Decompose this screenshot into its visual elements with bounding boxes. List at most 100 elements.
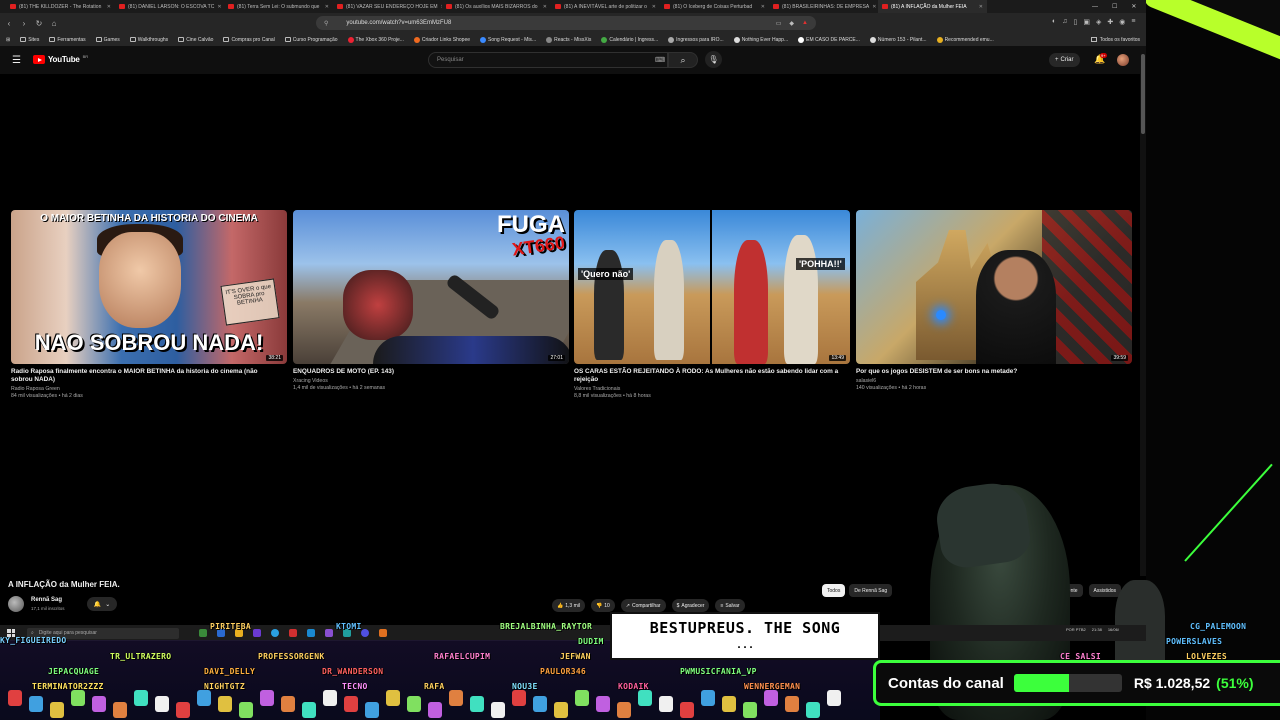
sidebar-icon[interactable]: ▯ (1073, 18, 1077, 26)
account-avatar[interactable] (1117, 54, 1129, 66)
bookmark-link[interactable]: Calendário | Ingress... (601, 36, 658, 43)
taskbar-app-icon[interactable] (199, 629, 207, 637)
close-icon[interactable]: ✕ (325, 4, 329, 10)
video-title[interactable]: Por que os jogos DESISTEM de ser bons na… (856, 368, 1132, 376)
video-card[interactable]: 39:59 Por que os jogos DESISTEM de ser b… (856, 210, 1132, 391)
bookmark-folder[interactable]: Games (95, 37, 120, 43)
subscribed-button[interactable]: 🔔 ⌄ (87, 597, 117, 611)
close-icon[interactable]: ✕ (761, 4, 765, 10)
bookmark-link[interactable]: Song Request - Mis... (480, 36, 536, 43)
bookmark-folder[interactable]: Ferramentas (49, 37, 86, 43)
close-icon[interactable]: ✕ (217, 4, 221, 10)
bookmark-folder[interactable]: Cine Calvão (178, 37, 213, 43)
profile-icon[interactable]: ◉ (1119, 18, 1125, 26)
bookmark-link[interactable]: EM CASO DE PARCE... (798, 36, 860, 43)
page-scrollbar[interactable] (1140, 46, 1146, 576)
taskbar-app-icon[interactable] (325, 629, 333, 637)
extension-icon[interactable]: ◈ (1096, 18, 1101, 26)
extension-icon[interactable]: ◐ (1052, 18, 1056, 26)
video-thumbnail[interactable]: FUGA XT660 27:01 (293, 210, 569, 364)
browser-tab-active[interactable]: (81) A INFLAÇÃO da Mulher FEIA ✕ (878, 0, 987, 13)
channel-name[interactable]: Rennã Sag (31, 597, 62, 603)
alert-icon[interactable]: ▲ (802, 20, 808, 27)
chip-all[interactable]: Todos (822, 584, 846, 597)
like-button[interactable]: 👍 1,3 mil (552, 599, 585, 612)
puzzle-icon[interactable]: ✚ (1107, 18, 1113, 26)
video-thumbnail[interactable]: IT'S OVER o que SOBRA pro BETINHA O MAIO… (11, 210, 287, 364)
close-icon[interactable]: ✕ (107, 4, 111, 10)
video-channel[interactable]: Valores Tradicionais (574, 386, 850, 392)
bookmark-folder[interactable]: Compras pro Canal (223, 37, 275, 43)
extension-icon[interactable]: ▣ (1083, 18, 1090, 26)
taskbar-app-icon[interactable] (379, 629, 387, 637)
taskbar-app-icon[interactable] (271, 629, 279, 637)
chip-watched[interactable]: Assistidos (1088, 584, 1122, 597)
maximize-icon[interactable]: ☐ (1112, 3, 1117, 10)
bookmark-link[interactable]: Recommended emu... (936, 36, 994, 43)
close-icon[interactable]: ✕ (543, 4, 547, 10)
video-title[interactable]: ENQUADROS DE MOTO (EP. 143) (293, 368, 569, 376)
search-input[interactable]: Pesquisar (428, 52, 668, 68)
browser-tab[interactable]: (81) O Iceberg de Coisas Perturbad ✕ (660, 0, 769, 13)
browser-tab[interactable]: (81) DANIEL LARSON: O ESCOVA TC ✕ (115, 0, 224, 13)
close-icon[interactable]: ✕ (652, 4, 656, 10)
video-channel[interactable]: Radio Raposa Green (11, 386, 287, 392)
scrollbar-thumb[interactable] (1141, 54, 1145, 134)
all-bookmarks[interactable]: Todos os favoritos (1090, 33, 1140, 46)
back-icon[interactable]: ‹ (3, 19, 15, 28)
reload-icon[interactable]: ↻ (33, 19, 45, 28)
bookmark-link[interactable]: Nothing Ever Happ... (733, 36, 788, 43)
video-channel[interactable]: Xracing Videos (293, 378, 569, 384)
site-info-icon[interactable]: ⚲ (324, 20, 328, 27)
save-button[interactable]: ≡ Salvar (715, 599, 745, 612)
create-button[interactable]: + Criar (1049, 53, 1080, 67)
close-window-icon[interactable]: ✕ (1131, 3, 1136, 10)
cast-icon[interactable]: ▭ (776, 20, 782, 27)
minimize-icon[interactable]: — (1092, 4, 1098, 10)
browser-tab[interactable]: (81) A INEVITÁVEL arte de politizar o ✕ (551, 0, 660, 13)
clock-date[interactable]: 16/06/ (1108, 627, 1119, 632)
video-thumbnail[interactable]: 'Quero não' 'POHHA!!' 13:49 (574, 210, 850, 364)
address-bar[interactable]: ⚲ youtube.com/watch?v=um63EmMzFU8 ▭ ◆ ▲ (316, 16, 816, 30)
keyboard-icon[interactable]: ⌨ (655, 56, 665, 64)
chip-from-channel[interactable]: De Rennã Sag (849, 584, 893, 597)
bookmark-folder[interactable]: Curso Programação (284, 37, 338, 43)
taskbar-app-icon[interactable] (289, 629, 297, 637)
bookmark-link[interactable]: Número 153 - Pilant... (869, 36, 927, 43)
browser-tab[interactable]: (81) Terra Sem Lei: O submundo que ✕ (224, 0, 333, 13)
dislike-button[interactable]: 👎 10 (590, 599, 615, 612)
language-indicator[interactable]: POR PTB2 (1066, 627, 1086, 632)
search-button[interactable]: ⌕ (668, 52, 698, 68)
video-card[interactable]: FUGA XT660 27:01 ENQUADROS DE MOTO (EP. 1… (293, 210, 569, 391)
menu-icon[interactable]: ≡ (1131, 18, 1135, 26)
browser-tab[interactable]: (81) BRASILEIRINHAS: DE EMPRESA ✕ (769, 0, 878, 13)
video-card[interactable]: IT'S OVER o que SOBRA pro BETINHA O MAIO… (11, 210, 287, 399)
clock-time[interactable]: 21:38 (1092, 627, 1102, 632)
close-icon[interactable]: ✕ (872, 4, 876, 10)
browser-tab[interactable]: (81) VAZAR SEU ENDEREÇO HOJE EM✕ (333, 0, 442, 13)
video-channel[interactable]: salasiel6 (856, 378, 1132, 384)
video-card[interactable]: 'Quero não' 'POHHA!!' 13:49 OS CARAS EST… (574, 210, 850, 399)
bookmark-link[interactable]: Ingressos para IRO... (668, 36, 724, 43)
taskbar-app-icon[interactable] (307, 629, 315, 637)
video-thumbnail[interactable]: 39:59 (856, 210, 1132, 364)
bookmark-link[interactable]: Criador Links Shopee (413, 36, 470, 43)
video-title[interactable]: OS CARAS ESTÃO REJEITANDO À RODO: As Mul… (574, 368, 850, 384)
taskbar-app-icon[interactable] (253, 629, 261, 637)
bookmark-folder[interactable]: Sites (20, 37, 39, 43)
close-icon[interactable]: ✕ (979, 4, 983, 10)
shield-icon[interactable]: ◆ (789, 20, 794, 27)
video-title[interactable]: Radio Raposa finalmente encontra o MAIOR… (11, 368, 287, 384)
extension-icon[interactable]: ♫ (1062, 18, 1067, 26)
taskbar-app-icon[interactable] (361, 629, 369, 637)
channel-avatar[interactable] (8, 596, 24, 612)
share-button[interactable]: ↗ Compartilhar (620, 599, 666, 612)
hamburger-menu-icon[interactable]: ☰ (12, 55, 21, 66)
voice-search-button[interactable]: 🎙 (705, 51, 722, 68)
apps-icon[interactable]: ⊞ (6, 37, 10, 43)
thanks-button[interactable]: $ Agradecer (671, 599, 710, 612)
bookmark-folder[interactable]: Walkthroughs (129, 37, 168, 43)
bookmark-link[interactable]: The Xbox 360 Proje... (347, 36, 404, 43)
bookmark-link[interactable]: Reacts - MissXis (546, 36, 591, 43)
browser-tab[interactable]: (81) Os auxílios MAIS BIZARROS do ✕ (442, 0, 551, 13)
